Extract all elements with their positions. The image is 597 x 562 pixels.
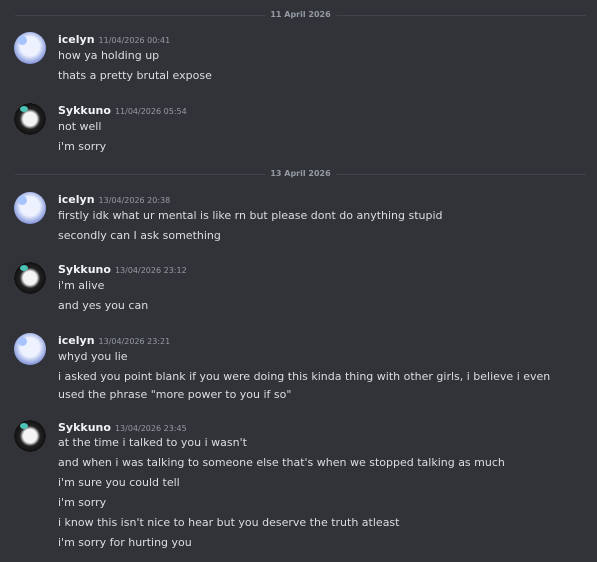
message-text: thats a pretty brutal expose bbox=[58, 69, 212, 82]
message-text: how ya holding up bbox=[58, 49, 160, 62]
message-text: at the time i talked to you i wasn't bbox=[58, 436, 247, 449]
date-divider-label: 11 April 2026 bbox=[264, 9, 337, 21]
avatar[interactable] bbox=[14, 420, 46, 452]
author-name[interactable]: Sykkuno bbox=[58, 104, 111, 117]
message-text: i'm sorry for hurting you bbox=[58, 536, 192, 549]
message-text: i'm sorry bbox=[58, 496, 107, 509]
author-name[interactable]: icelyn bbox=[58, 33, 95, 46]
message-text: i'm alive bbox=[58, 279, 105, 292]
message-timestamp: 13/04/2026 23:45 bbox=[114, 424, 187, 433]
message-timestamp: 11/04/2026 05:54 bbox=[114, 107, 187, 116]
author-name[interactable]: Sykkuno bbox=[58, 263, 111, 276]
avatar[interactable] bbox=[14, 103, 46, 135]
message-timestamp: 13/04/2026 23:21 bbox=[98, 337, 171, 346]
message-text: secondly can I ask something bbox=[58, 229, 221, 242]
message-text: not well bbox=[58, 120, 102, 133]
message-timestamp: 13/04/2026 23:12 bbox=[114, 266, 187, 275]
message-text: and yes you can bbox=[58, 299, 149, 312]
message-text: i know this isn't nice to hear but you d… bbox=[58, 516, 400, 529]
date-divider: 13 April 2026 bbox=[15, 168, 586, 180]
message-text: whyd you lie bbox=[58, 350, 128, 363]
message-timestamp: 11/04/2026 00:41 bbox=[98, 36, 171, 45]
message-text: i'm sure you could tell bbox=[58, 476, 180, 489]
avatar[interactable] bbox=[14, 32, 46, 64]
author-name[interactable]: icelyn bbox=[58, 334, 95, 347]
message-text: firstly idk what ur mental is like rn bu… bbox=[58, 209, 443, 222]
message-text: i'm sorry bbox=[58, 140, 107, 153]
message-text: and when i was talking to someone else t… bbox=[58, 456, 505, 469]
author-name[interactable]: icelyn bbox=[58, 193, 95, 206]
date-divider: 11 April 2026 bbox=[15, 9, 586, 21]
avatar[interactable] bbox=[14, 192, 46, 224]
message-text: i asked you point blank if you were doin… bbox=[58, 370, 551, 401]
date-divider-label: 13 April 2026 bbox=[264, 168, 337, 180]
message-timestamp: 13/04/2026 20:38 bbox=[98, 196, 171, 205]
avatar[interactable] bbox=[14, 333, 46, 365]
avatar[interactable] bbox=[14, 262, 46, 294]
